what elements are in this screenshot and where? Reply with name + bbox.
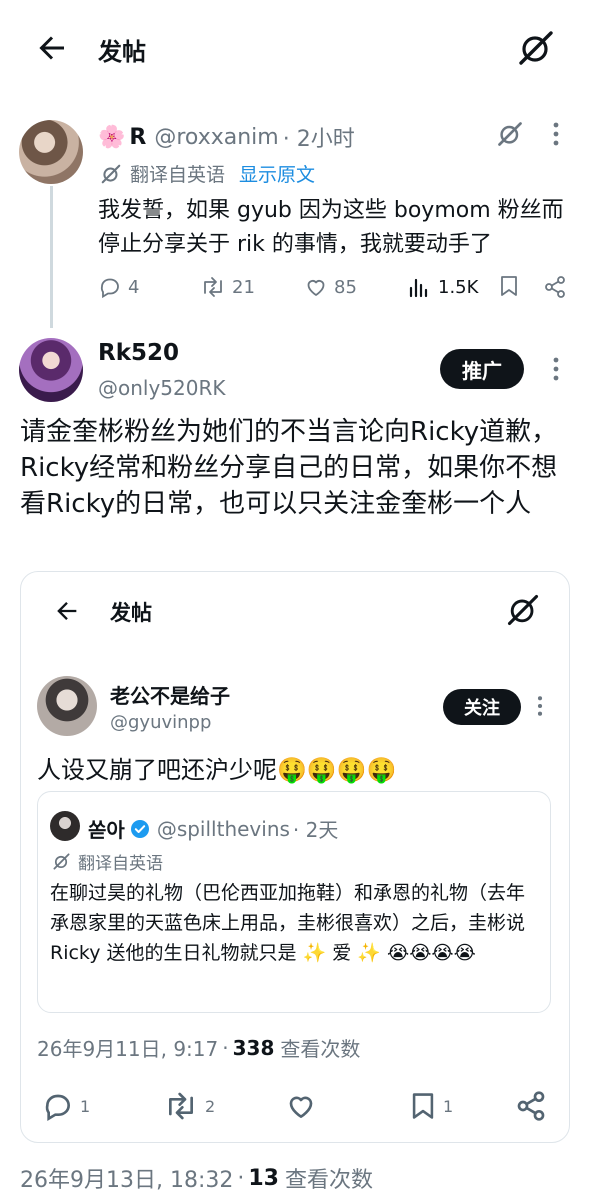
post-time: · 2小时 bbox=[282, 127, 355, 152]
reply-icon bbox=[100, 278, 119, 299]
thread-connector bbox=[50, 186, 53, 328]
like-count: 85 bbox=[334, 276, 357, 298]
bookmark-icon bbox=[412, 1093, 434, 1119]
arrow-left-icon[interactable] bbox=[34, 30, 70, 66]
embedded-title: 发帖 bbox=[110, 601, 152, 625]
view-count: 1.5K bbox=[438, 276, 479, 298]
retweet-count: 2 bbox=[205, 1096, 216, 1116]
grok-icon bbox=[507, 594, 539, 626]
author-handle: @roxxanim bbox=[154, 124, 279, 150]
reply-action[interactable]: 4 bbox=[98, 274, 139, 300]
heart-icon bbox=[289, 1096, 313, 1118]
follow-button: 关注 bbox=[443, 689, 521, 725]
quote-author-name: 쏟아 bbox=[88, 818, 125, 842]
embedded-author-handle: @gyuvinpp bbox=[110, 712, 212, 733]
more-options-icon[interactable] bbox=[551, 120, 561, 148]
embedded-action-bar: 1 2 1 bbox=[37, 1088, 549, 1124]
views-action[interactable]: 1.5K bbox=[408, 274, 478, 300]
more-options-icon bbox=[537, 696, 543, 716]
top-bar: 发帖 bbox=[0, 0, 589, 100]
avatar[interactable] bbox=[19, 120, 83, 184]
grok-icon[interactable] bbox=[496, 120, 524, 148]
tweet-meta: 26年9月13日, 18:32 · 13 查看次数 bbox=[20, 1162, 373, 1194]
verified-badge-icon bbox=[130, 819, 149, 838]
tweet-text: 我发誓，如果 gyub 因为这些 boymom 粉丝而停止分享关于 rik 的事… bbox=[98, 198, 564, 257]
translation-note: 翻译自英语 显示原文 bbox=[100, 160, 315, 187]
avatar bbox=[37, 676, 97, 736]
quote-author: 쏟아 @spillthevins · 2天 bbox=[88, 814, 338, 843]
retweet-icon bbox=[204, 277, 222, 297]
reply-icon bbox=[45, 1094, 71, 1122]
reply-action: 1 bbox=[42, 1090, 90, 1122]
post-date: 26年9月11日, 9:17 bbox=[37, 1037, 219, 1061]
view-count: 13 bbox=[248, 1165, 279, 1191]
post-date: 26年9月13日, 18:32 bbox=[20, 1168, 234, 1193]
retweet-icon bbox=[168, 1092, 193, 1120]
author-handle[interactable]: @only520RK bbox=[98, 376, 226, 400]
embedded-tweet-text: 人设又崩了吧还沪少呢🤑🤑🤑🤑 bbox=[37, 756, 397, 784]
embedded-author-name: 老公不是给子 bbox=[110, 684, 230, 708]
page-title: 发帖 bbox=[98, 38, 146, 66]
reply-count: 4 bbox=[128, 276, 140, 298]
bar-chart-icon bbox=[409, 278, 428, 298]
retweet-action[interactable]: 21 bbox=[200, 274, 255, 300]
heart-icon bbox=[307, 280, 325, 296]
grok-icon bbox=[53, 853, 70, 870]
promoted-button[interactable]: 推广 bbox=[440, 349, 524, 389]
retweet-action: 2 bbox=[163, 1090, 215, 1122]
view-count: 338 bbox=[232, 1035, 275, 1060]
bookmark-count: 1 bbox=[443, 1096, 454, 1116]
like-action[interactable]: 85 bbox=[304, 274, 357, 300]
avatar[interactable] bbox=[19, 338, 83, 402]
grok-icon bbox=[101, 164, 121, 183]
show-original-link[interactable]: 显示原文 bbox=[239, 160, 315, 187]
author-name: R bbox=[129, 124, 147, 150]
bookmark-action: 1 bbox=[409, 1090, 453, 1122]
arrow-left-icon bbox=[57, 602, 77, 620]
meta-separator: · bbox=[237, 1165, 245, 1191]
reply-count: 1 bbox=[80, 1096, 91, 1116]
meta-separator: · bbox=[222, 1035, 229, 1060]
translation-note: 翻译自英语 bbox=[52, 849, 163, 874]
views-label: 查看次数 bbox=[285, 1168, 374, 1193]
more-options-icon[interactable] bbox=[551, 355, 561, 383]
quote-text: 在聊过昊的礼物（巴伦西亚加拖鞋）和承恩的礼物（去年承恩家里的天蓝色床上用品，圭彬… bbox=[50, 882, 526, 964]
translated-label: 翻译自英语 bbox=[78, 854, 163, 874]
reply-author[interactable]: 🌸 R @roxxanim · 2小时 bbox=[98, 121, 355, 153]
embedded-meta: 26年9月11日, 9:17 · 338 查看次数 bbox=[37, 1033, 360, 1062]
bookmark-icon[interactable] bbox=[498, 274, 520, 298]
translated-label: 翻译自英语 bbox=[130, 164, 226, 186]
tweet-text: 请金奎彬粉丝为她们的不当言论向Ricky道歉，Ricky经常和粉丝分享自己的日常… bbox=[20, 417, 558, 519]
share-icon bbox=[517, 1091, 545, 1121]
avatar bbox=[50, 811, 80, 841]
author-name[interactable]: Rk520 bbox=[98, 340, 179, 366]
quote-time: · 2天 bbox=[292, 818, 339, 842]
quote-author-handle: @spillthevins bbox=[156, 816, 290, 841]
name-emoji: 🌸 bbox=[98, 124, 126, 150]
views-label: 查看次数 bbox=[280, 1037, 361, 1061]
grok-icon[interactable] bbox=[516, 28, 556, 68]
share-icon[interactable] bbox=[543, 275, 567, 299]
retweet-count: 21 bbox=[232, 276, 255, 298]
